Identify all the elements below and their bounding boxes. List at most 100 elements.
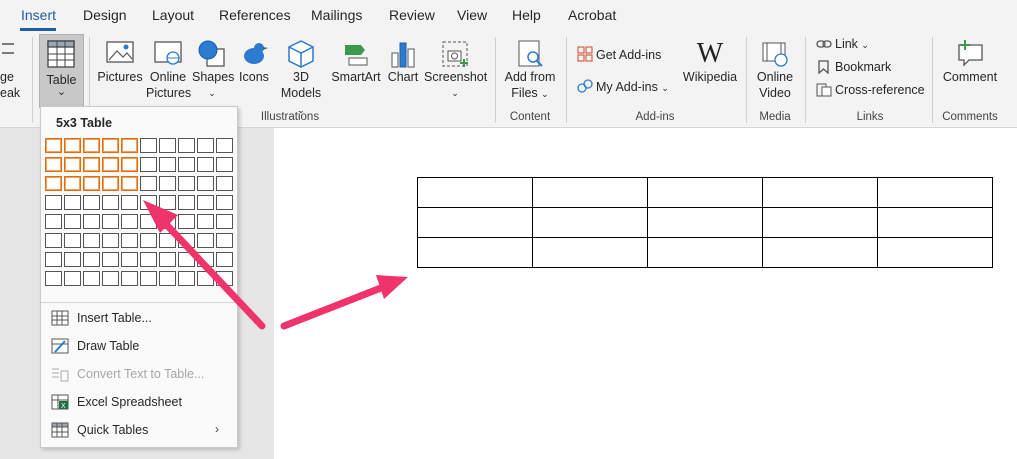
grid-cell[interactable] bbox=[45, 157, 62, 172]
grid-cell[interactable] bbox=[121, 176, 138, 191]
table-button[interactable]: Table ⌄ bbox=[39, 34, 84, 108]
grid-cell[interactable] bbox=[197, 233, 214, 248]
table-cell[interactable] bbox=[762, 207, 878, 238]
document-table[interactable] bbox=[417, 177, 993, 268]
grid-cell[interactable] bbox=[121, 271, 138, 286]
grid-cell[interactable] bbox=[159, 195, 176, 210]
grid-cell[interactable] bbox=[102, 271, 119, 286]
grid-cell[interactable] bbox=[159, 214, 176, 229]
grid-cell[interactable] bbox=[121, 214, 138, 229]
table-cell[interactable] bbox=[532, 177, 648, 208]
document-page[interactable] bbox=[274, 128, 1017, 459]
tab-layout[interactable]: Layout bbox=[152, 7, 194, 23]
grid-cell[interactable] bbox=[197, 214, 214, 229]
table-cell[interactable] bbox=[877, 207, 993, 238]
add-from-files-button[interactable]: Add from Files ⌄ bbox=[502, 39, 558, 102]
grid-cell[interactable] bbox=[216, 176, 233, 191]
table-cell[interactable] bbox=[417, 237, 533, 268]
table-cell[interactable] bbox=[532, 207, 648, 238]
grid-cell[interactable] bbox=[45, 138, 62, 153]
grid-cell[interactable] bbox=[83, 214, 100, 229]
grid-cell[interactable] bbox=[64, 157, 81, 172]
grid-cell[interactable] bbox=[45, 233, 62, 248]
get-addins-button[interactable]: Get Add-ins bbox=[577, 46, 661, 62]
grid-cell[interactable] bbox=[197, 157, 214, 172]
grid-cell[interactable] bbox=[121, 157, 138, 172]
grid-cell[interactable] bbox=[64, 195, 81, 210]
grid-cell[interactable] bbox=[197, 271, 214, 286]
grid-cell[interactable] bbox=[159, 138, 176, 153]
grid-cell[interactable] bbox=[64, 214, 81, 229]
grid-cell[interactable] bbox=[159, 157, 176, 172]
tab-view[interactable]: View bbox=[457, 7, 487, 23]
grid-cell[interactable] bbox=[197, 252, 214, 267]
quick-tables-item[interactable]: Quick Tables › bbox=[51, 422, 227, 438]
grid-cell[interactable] bbox=[102, 252, 119, 267]
grid-cell[interactable] bbox=[197, 138, 214, 153]
tab-acrobat[interactable]: Acrobat bbox=[568, 7, 616, 23]
grid-cell[interactable] bbox=[83, 233, 100, 248]
grid-cell[interactable] bbox=[102, 138, 119, 153]
grid-cell[interactable] bbox=[102, 176, 119, 191]
smartart-button[interactable]: SmartArt bbox=[330, 39, 382, 85]
grid-cell[interactable] bbox=[45, 271, 62, 286]
grid-cell[interactable] bbox=[216, 157, 233, 172]
bookmark-button[interactable]: Bookmark bbox=[816, 60, 891, 75]
table-cell[interactable] bbox=[647, 177, 763, 208]
grid-cell[interactable] bbox=[216, 252, 233, 267]
grid-cell[interactable] bbox=[121, 195, 138, 210]
grid-cell[interactable] bbox=[178, 233, 195, 248]
table-cell[interactable] bbox=[877, 177, 993, 208]
grid-cell[interactable] bbox=[178, 176, 195, 191]
wikipedia-button[interactable]: W Wikipedia bbox=[682, 39, 738, 85]
table-cell[interactable] bbox=[647, 237, 763, 268]
grid-cell[interactable] bbox=[102, 214, 119, 229]
icons-button[interactable]: Icons bbox=[235, 39, 273, 85]
grid-cell[interactable] bbox=[178, 271, 195, 286]
screenshot-button[interactable]: Screenshot ⌄ bbox=[424, 39, 487, 101]
excel-spreadsheet-item[interactable]: X Excel Spreadsheet bbox=[51, 394, 182, 410]
table-cell[interactable] bbox=[877, 237, 993, 268]
grid-cell[interactable] bbox=[102, 157, 119, 172]
grid-cell[interactable] bbox=[102, 233, 119, 248]
shapes-button[interactable]: Shapes ⌄ bbox=[192, 39, 234, 101]
grid-cell[interactable] bbox=[159, 233, 176, 248]
online-pictures-button[interactable]: Online Pictures bbox=[146, 39, 191, 101]
grid-cell[interactable] bbox=[140, 233, 157, 248]
grid-cell[interactable] bbox=[140, 271, 157, 286]
grid-cell[interactable] bbox=[121, 233, 138, 248]
grid-cell[interactable] bbox=[45, 252, 62, 267]
grid-cell[interactable] bbox=[140, 252, 157, 267]
grid-cell[interactable] bbox=[159, 176, 176, 191]
grid-cell[interactable] bbox=[83, 176, 100, 191]
tab-mailings[interactable]: Mailings bbox=[311, 7, 362, 23]
table-cell[interactable] bbox=[647, 207, 763, 238]
grid-cell[interactable] bbox=[216, 214, 233, 229]
table-cell[interactable] bbox=[417, 207, 533, 238]
grid-cell[interactable] bbox=[83, 138, 100, 153]
grid-cell[interactable] bbox=[178, 214, 195, 229]
link-button[interactable]: Link ⌄ bbox=[816, 37, 869, 51]
grid-cell[interactable] bbox=[140, 176, 157, 191]
grid-cell[interactable] bbox=[64, 233, 81, 248]
grid-cell[interactable] bbox=[178, 252, 195, 267]
grid-cell[interactable] bbox=[216, 138, 233, 153]
table-cell[interactable] bbox=[417, 177, 533, 208]
grid-cell[interactable] bbox=[83, 157, 100, 172]
tab-insert[interactable]: Insert bbox=[21, 7, 56, 23]
tab-help[interactable]: Help bbox=[512, 7, 541, 23]
grid-cell[interactable] bbox=[140, 214, 157, 229]
grid-cell[interactable] bbox=[159, 271, 176, 286]
pictures-button[interactable]: Pictures bbox=[96, 39, 144, 85]
grid-cell[interactable] bbox=[121, 138, 138, 153]
grid-cell[interactable] bbox=[159, 252, 176, 267]
cross-reference-button[interactable]: Cross-reference bbox=[816, 83, 925, 97]
grid-cell[interactable] bbox=[64, 138, 81, 153]
grid-cell[interactable] bbox=[102, 195, 119, 210]
grid-cell[interactable] bbox=[45, 176, 62, 191]
online-video-button[interactable]: Online Video bbox=[752, 39, 798, 101]
tab-design[interactable]: Design bbox=[83, 7, 127, 23]
grid-cell[interactable] bbox=[178, 195, 195, 210]
grid-cell[interactable] bbox=[64, 271, 81, 286]
grid-cell[interactable] bbox=[83, 252, 100, 267]
